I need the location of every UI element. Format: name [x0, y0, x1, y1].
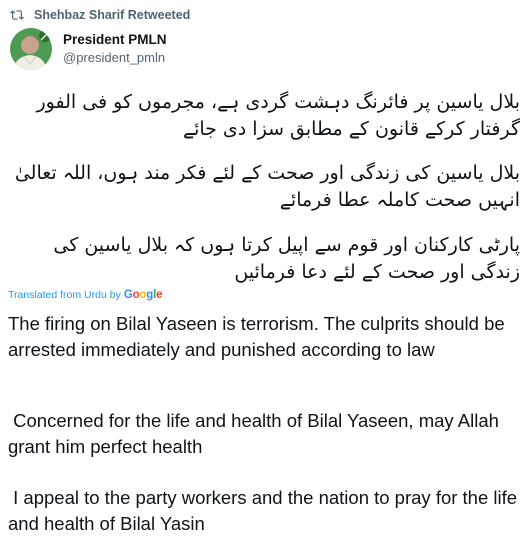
avatar[interactable]: [10, 28, 52, 70]
urdu-paragraph: پارٹی کارکنان اور قوم سے اپیل کرتا ہوں ک…: [53, 234, 520, 283]
translation-paragraph: The firing on Bilal Yaseen is terrorism.…: [8, 313, 510, 360]
author-block[interactable]: President PMLN @president_pmln: [63, 31, 167, 67]
author-handle[interactable]: @president_pmln: [63, 49, 167, 67]
google-logo: Google: [123, 289, 163, 301]
retweet-indicator[interactable]: Shehbaz Sharif Retweeted: [10, 6, 190, 24]
urdu-paragraph: بلال یاسین پر فائرنگ دہشت گردی ہے، مجرمو…: [36, 91, 520, 140]
tweet-card[interactable]: Shehbaz Sharif Retweeted President PMLN …: [0, 0, 532, 537]
retweet-label: Shehbaz Sharif Retweeted: [34, 8, 191, 22]
urdu-paragraph: بلال یاسین کی زندگی اور صحت کے لئے فکر م…: [14, 162, 520, 211]
author-name[interactable]: President PMLN: [63, 31, 167, 49]
translation-paragraph: Concerned for the life and health of Bil…: [8, 410, 505, 457]
translation-attribution[interactable]: Translated from Urdu by Google: [8, 289, 162, 301]
translated-label: Translated from Urdu by: [8, 289, 121, 301]
translation-paragraph: I appeal to the party workers and the na…: [8, 487, 523, 534]
retweet-icon: [10, 10, 24, 20]
